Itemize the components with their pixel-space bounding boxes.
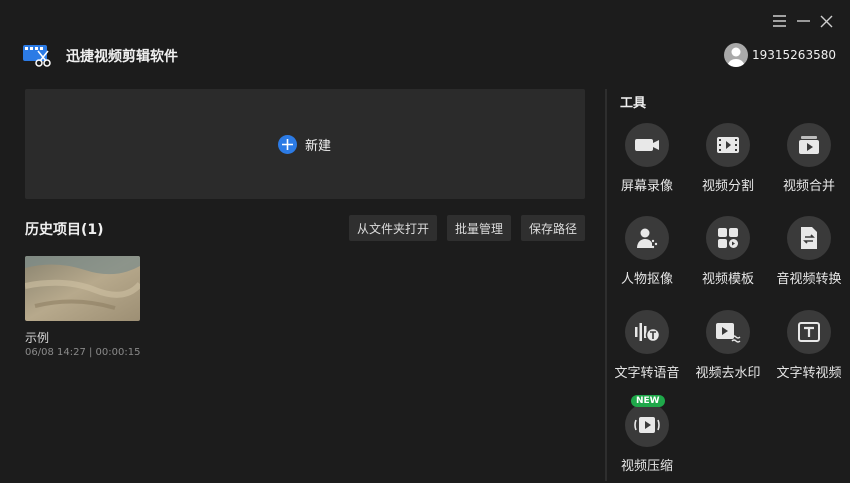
app-logo-icon xyxy=(23,43,51,67)
save-path-button[interactable]: 保存路径 xyxy=(521,215,585,241)
tool-label: 文字转视频 xyxy=(776,366,842,381)
tool-label: 文字转语音 xyxy=(614,366,680,381)
tool-label: 音视频转换 xyxy=(776,272,842,287)
batch-manage-button[interactable]: 批量管理 xyxy=(447,215,511,241)
history-title: 历史项目(1) xyxy=(25,222,104,238)
app-title: 迅捷视频剪辑软件 xyxy=(66,49,178,65)
project-thumbnail[interactable] xyxy=(25,256,140,321)
compress-icon xyxy=(625,403,669,447)
tool-label: 视频去水印 xyxy=(695,366,761,381)
tool-video-compress[interactable]: NEW 视频压缩 xyxy=(605,395,689,483)
user-id[interactable]: 19315263580 xyxy=(752,48,836,62)
convert-icon xyxy=(787,216,831,260)
text-to-speech-icon xyxy=(625,310,669,354)
template-icon xyxy=(706,216,750,260)
new-badge: NEW xyxy=(631,395,665,407)
film-split-icon xyxy=(706,123,750,167)
tool-label: 视频压缩 xyxy=(620,459,673,474)
text-to-video-icon xyxy=(787,310,831,354)
tool-video-template[interactable]: 视频模板 xyxy=(686,216,770,296)
tool-video-merge[interactable]: 视频合并 xyxy=(767,123,850,203)
tool-text-to-speech[interactable]: 文字转语音 xyxy=(605,310,689,390)
tool-av-convert[interactable]: 音视频转换 xyxy=(767,216,850,296)
video-merge-icon xyxy=(787,123,831,167)
camera-icon xyxy=(625,123,669,167)
menu-icon[interactable] xyxy=(770,12,788,30)
avatar[interactable] xyxy=(724,43,748,67)
plus-icon xyxy=(278,135,297,154)
new-project-label: 新建 xyxy=(305,139,332,154)
tool-screen-record[interactable]: 屏幕录像 xyxy=(605,123,689,203)
tool-label: 视频分割 xyxy=(701,179,754,194)
tool-label: 视频模板 xyxy=(701,272,754,287)
project-meta: 06/08 14:27 | 00:00:15 xyxy=(25,347,141,358)
project-name: 示例 xyxy=(25,331,50,345)
open-folder-button[interactable]: 从文件夹打开 xyxy=(349,215,437,241)
new-project-button[interactable]: 新建 xyxy=(25,89,585,199)
tool-video-split[interactable]: 视频分割 xyxy=(686,123,770,203)
close-icon[interactable] xyxy=(817,12,835,30)
tool-label: 屏幕录像 xyxy=(620,179,673,194)
tools-title: 工具 xyxy=(620,96,647,111)
tool-label: 人物抠像 xyxy=(620,272,673,287)
tool-text-to-video[interactable]: 文字转视频 xyxy=(767,310,850,390)
tool-label: 视频合并 xyxy=(782,179,835,194)
person-cutout-icon xyxy=(625,216,669,260)
minimize-icon[interactable] xyxy=(794,12,812,30)
remove-watermark-icon xyxy=(706,310,750,354)
tool-remove-watermark[interactable]: 视频去水印 xyxy=(686,310,770,390)
tool-person-cutout[interactable]: 人物抠像 xyxy=(605,216,689,296)
